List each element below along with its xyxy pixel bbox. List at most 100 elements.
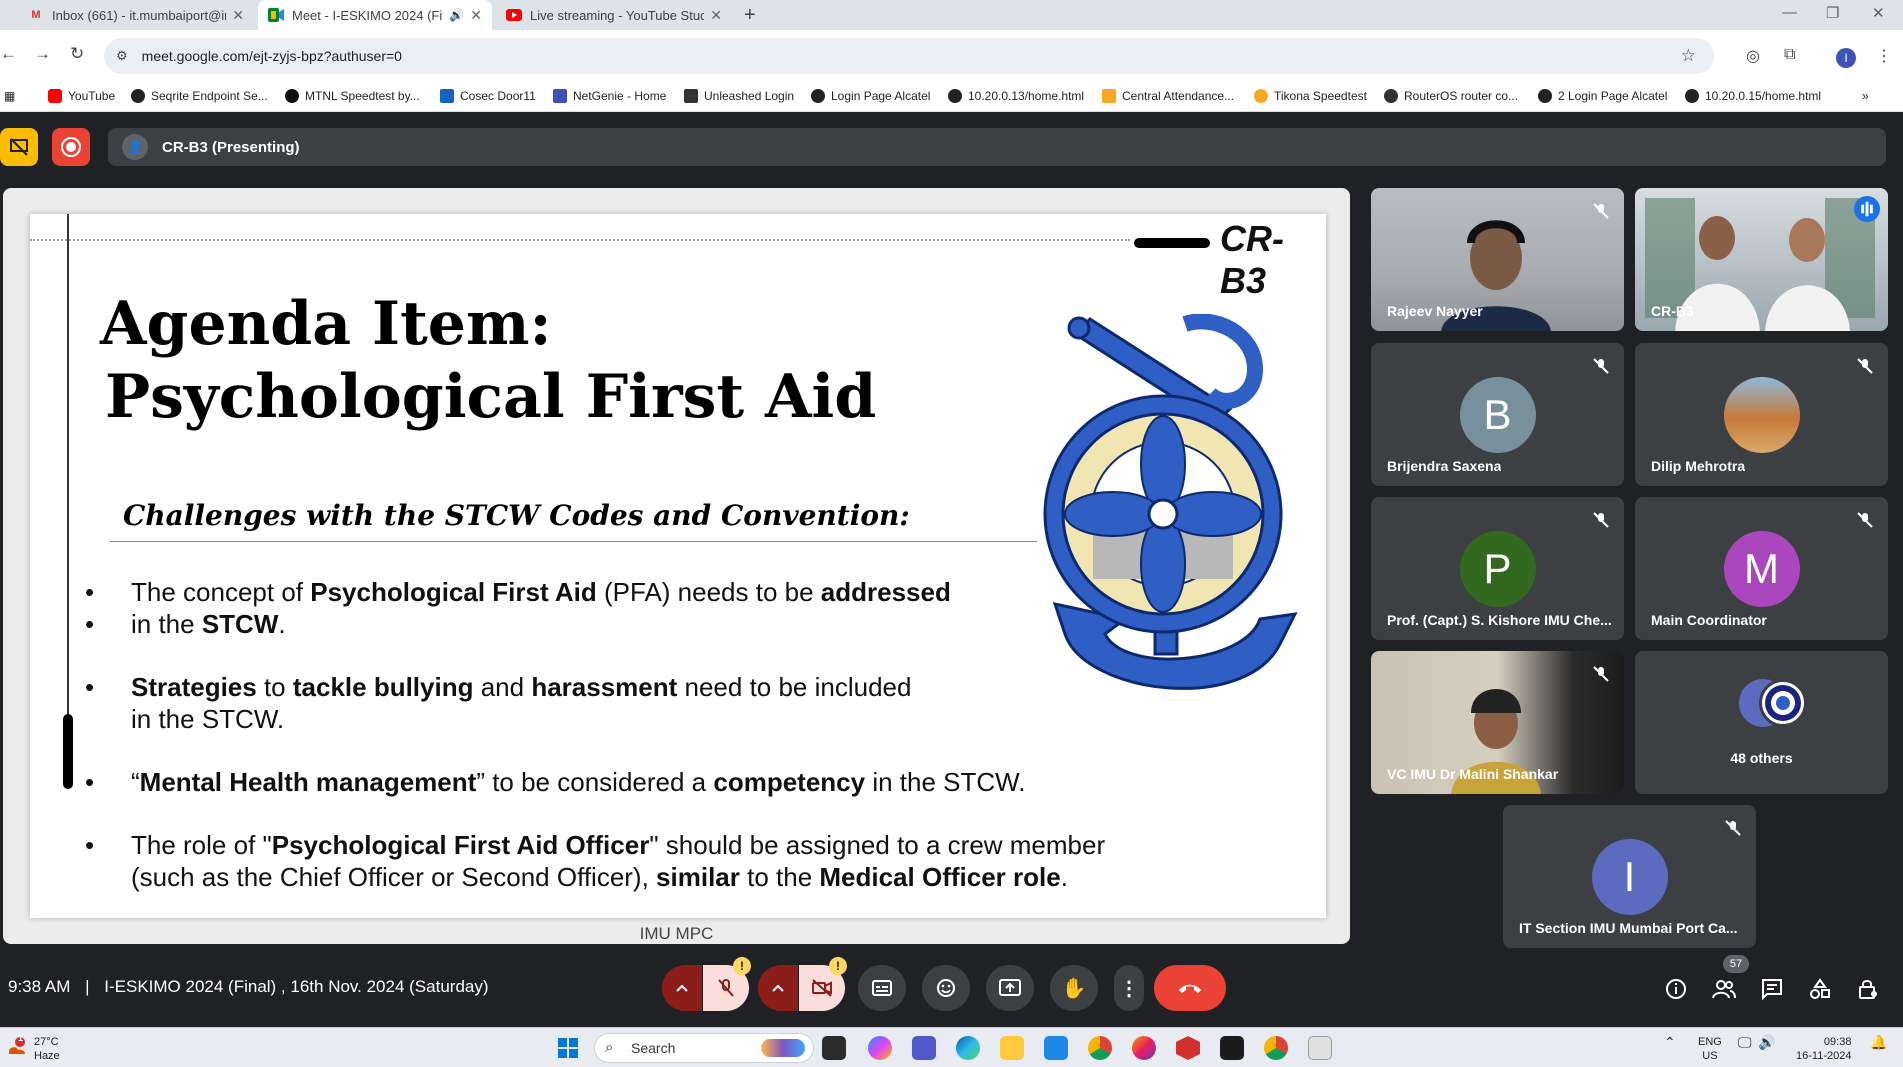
recording-button[interactable] [52,128,90,166]
extensions-puzzle-icon[interactable]: ⧉ [1784,46,1795,64]
address-bar[interactable]: ⚙ meet.google.com/ejt-zyjs-bpz?authuser=… [104,38,1714,74]
youtube-icon [506,7,522,23]
globe-icon [948,89,962,103]
meeting-details-button[interactable] [1664,977,1688,1001]
present-screen-icon [999,979,1021,996]
restore-icon[interactable]: ❐ [1826,4,1839,22]
edge-icon[interactable] [956,1036,980,1060]
participant-tile[interactable]: Rajeev Nayyer [1371,188,1624,331]
close-tab-icon[interactable]: ✕ [470,7,482,24]
bookmark-netgenie[interactable]: NetGenie - Home [553,89,666,103]
extension-icon[interactable]: ◎ [1746,46,1760,66]
chrome-profile-icon[interactable] [1264,1036,1288,1060]
terminal-icon[interactable] [1220,1036,1244,1060]
snipping-tool-icon[interactable] [1308,1036,1332,1060]
youtube-icon [48,89,62,103]
language-indicator[interactable]: ENG US [1698,1035,1722,1063]
site-info-icon[interactable]: ⚙ [116,48,128,64]
presentation-stage[interactable]: CR-B3 Agenda Item: Psychological First A… [3,188,1350,944]
file-explorer-icon[interactable] [1000,1036,1024,1060]
windows-taskbar: 1 27°C Haze ⌕ Search ⌃ ENG US 🖵 🔊 09:38 … [0,1027,1903,1067]
chat-button[interactable] [1760,977,1784,1001]
visual-studio-icon[interactable] [1044,1036,1068,1060]
volume-icon[interactable]: 🔊 [1758,1035,1775,1049]
url-text[interactable]: meet.google.com/ejt-zyjs-bpz?authuser=0 [142,48,402,64]
back-icon[interactable]: ← [0,44,17,64]
close-window-icon[interactable]: ✕ [1872,4,1885,22]
new-tab-button[interactable]: + [744,4,756,27]
system-clock[interactable]: 09:38 16-11-2024 [1796,1035,1851,1063]
participant-tile[interactable]: M Main Coordinator [1635,497,1888,640]
tab-list-chevron[interactable] [0,0,20,30]
forward-icon[interactable]: → [34,44,51,64]
windows-start-icon[interactable] [556,1036,580,1060]
bookmark-seqrite[interactable]: Seqrite Endpoint Se... [131,89,268,103]
bookmark-10-20-0-15[interactable]: 10.20.0.15/home.html [1685,89,1821,103]
weather-widget[interactable]: 27°C Haze [34,1035,60,1063]
bookmark-tikona[interactable]: Tikona Speedtest [1254,89,1367,103]
bookmark-10-20-0-13[interactable]: 10.20.0.13/home.html [948,89,1084,103]
teams-icon[interactable] [912,1036,936,1060]
participant-avatar: I [1591,839,1668,915]
bookmark-routeros[interactable]: RouterOS router co... [1384,89,1518,103]
stop-presenting-button[interactable] [0,128,38,166]
participant-count-badge: 57 [1723,955,1749,973]
bookmark-cosec[interactable]: Cosec Door11 [440,89,536,103]
notifications-bell-icon[interactable]: 🔔 [1870,1035,1887,1049]
participant-tile[interactable]: I IT Section IMU Mumbai Port Ca... [1503,805,1756,948]
participant-name: Prof. (Capt.) S. Kishore IMU Che... [1387,612,1612,628]
bookmark-alcatel[interactable]: Login Page Alcatel [811,89,930,103]
bookmark-youtube[interactable]: YouTube [48,89,115,103]
host-controls-button[interactable] [1856,977,1880,1001]
bookmark-unleashed[interactable]: Unleashed Login [684,89,794,103]
leave-call-button[interactable] [1154,965,1226,1011]
mic-toggle-button[interactable]: ! [703,957,751,1011]
participant-tile[interactable]: Dilip Mehrotra [1635,343,1888,486]
tab-youtube-studio[interactable]: Live streaming - YouTube Studi ✕ [496,0,732,30]
participant-avatar: B [1459,377,1536,453]
audio-options-chevron[interactable] [662,965,702,1011]
reactions-button[interactable] [922,965,970,1011]
speaker-icon[interactable]: 🔊 [449,8,464,22]
activities-button[interactable] [1808,977,1832,1001]
mic-off-icon [1593,358,1609,374]
tab-gmail[interactable]: M Inbox (661) - it.mumbaiport@in ✕ [18,0,254,30]
menu-kebab-icon[interactable]: ⋮ [1876,46,1892,66]
others-tile[interactable]: I 48 others [1635,651,1888,794]
bookmark-mtnl[interactable]: MTNL Speedtest by... [285,89,420,103]
network-icon[interactable]: 🖵 [1738,1035,1752,1049]
presenting-banner: 👤 CR-B3 (Presenting) [108,128,1886,166]
show-hidden-icons-chevron[interactable]: ⌃ [1664,1035,1676,1049]
profile-avatar[interactable]: I [1836,48,1856,68]
participant-tile[interactable]: VC IMU Dr Malini Shankar [1371,651,1624,794]
task-view-icon[interactable] [822,1036,846,1060]
speedtest-icon [285,89,299,103]
people-button[interactable] [1712,977,1736,1001]
participant-tile[interactable]: B Brijendra Saxena [1371,343,1624,486]
activities-icon [1810,978,1830,999]
taskbar-search[interactable]: ⌕ Search [594,1033,814,1063]
copilot-icon[interactable] [868,1036,892,1060]
anydesk-icon[interactable] [1176,1036,1200,1060]
captions-button[interactable] [858,965,906,1011]
more-bookmarks-icon[interactable]: » [1862,89,1869,103]
participant-tile[interactable]: P Prof. (Capt.) S. Kishore IMU Che... [1371,497,1624,640]
close-tab-icon[interactable]: ✕ [710,7,722,24]
participant-tile-active[interactable]: CR-B3 [1635,188,1888,331]
chrome-icon[interactable] [1088,1036,1112,1060]
firefox-icon[interactable] [1132,1036,1156,1060]
more-options-button[interactable]: ⋮ [1114,965,1144,1011]
raise-hand-button[interactable]: ✋ [1050,965,1098,1011]
bookmark-alcatel-2[interactable]: 2 Login Page Alcatel [1538,89,1667,103]
minimize-icon[interactable]: — [1782,4,1797,21]
bookmark-star-icon[interactable]: ☆ [1681,46,1696,66]
apps-grid-icon[interactable]: ▦ [4,89,15,103]
reload-icon[interactable]: ↻ [70,44,84,64]
bookmark-central-attendance[interactable]: Central Attendance... [1102,89,1234,103]
camera-toggle-button[interactable]: ! [799,957,847,1011]
close-tab-icon[interactable]: ✕ [232,7,244,24]
weather-icon[interactable]: 1 [6,1033,28,1058]
tab-meet[interactable]: Meet - I-ESKIMO 2024 (Fina 🔊 ✕ [258,0,492,30]
present-screen-button[interactable] [986,965,1034,1011]
video-options-chevron[interactable] [758,965,798,1011]
